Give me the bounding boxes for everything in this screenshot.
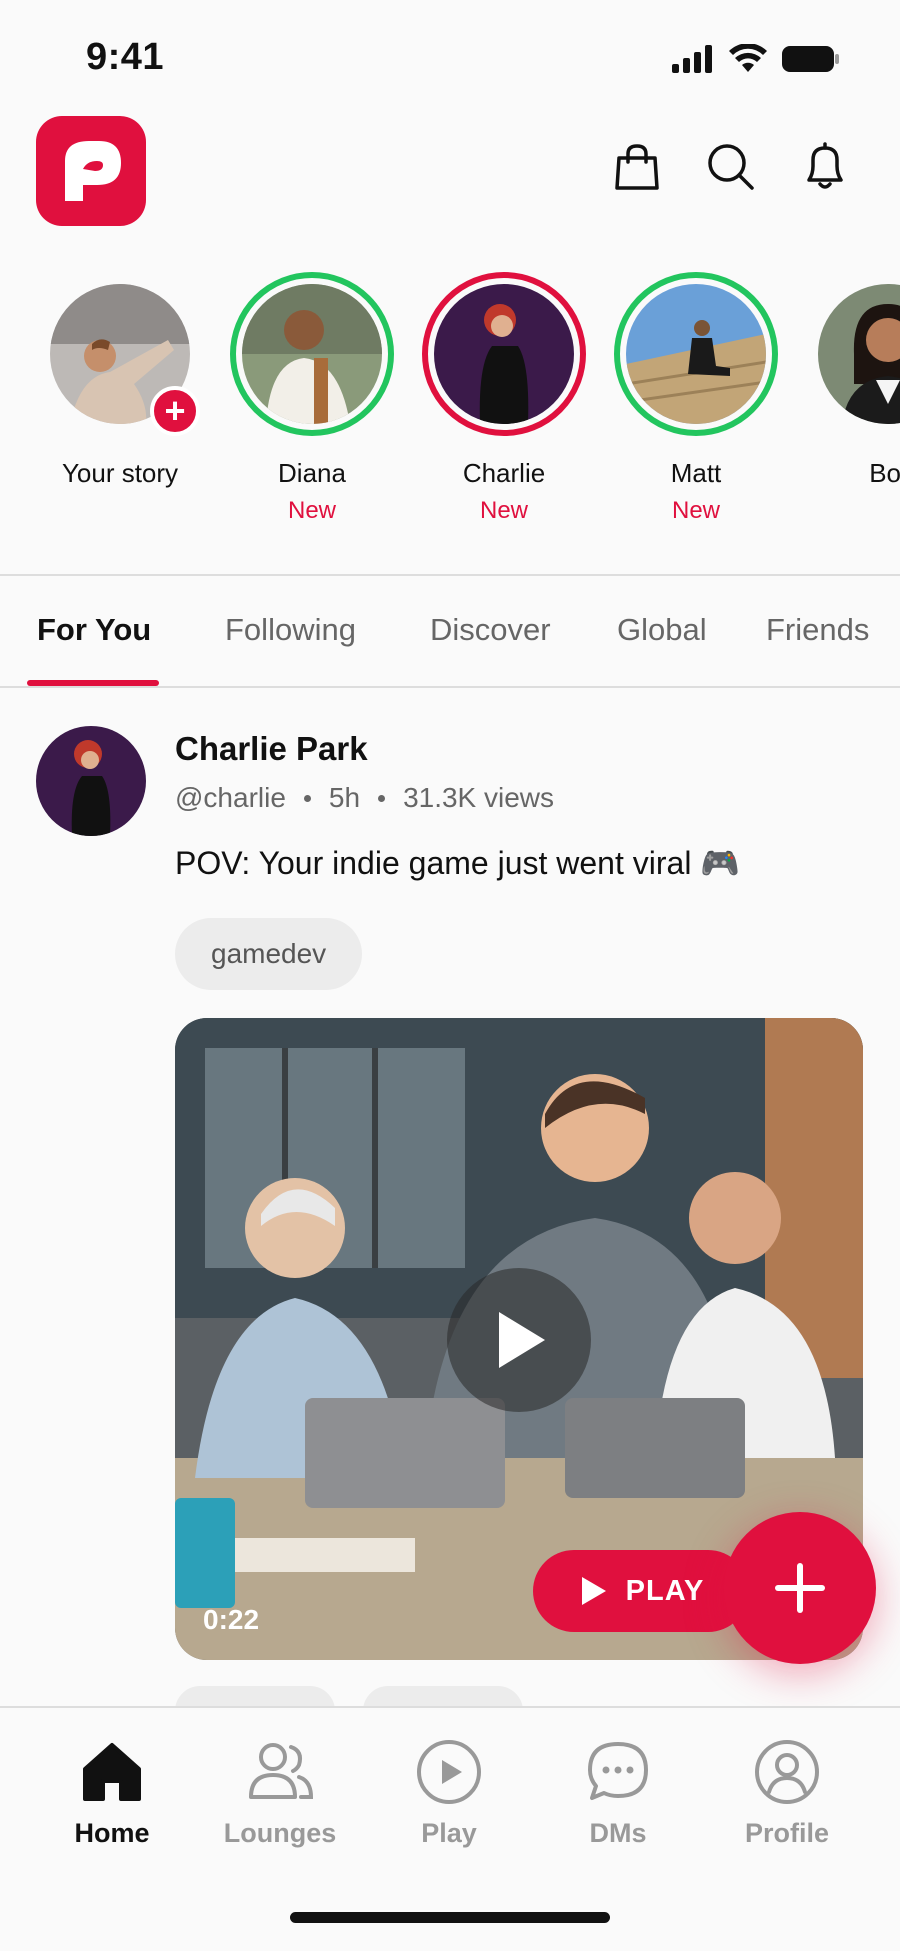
app-header bbox=[0, 110, 900, 240]
story-matt[interactable]: Matt New bbox=[611, 272, 781, 525]
play-icon bbox=[499, 1312, 545, 1368]
view-count: 31.3K views bbox=[403, 782, 555, 813]
nav-label: DMs bbox=[589, 1818, 647, 1848]
app-logo[interactable] bbox=[36, 116, 146, 226]
active-tab-indicator bbox=[27, 680, 159, 686]
story-new-label: New bbox=[479, 497, 528, 524]
post-caption: POV: Your indie game just went viral 🎮 bbox=[175, 845, 741, 881]
tag-chip[interactable]: gamedev bbox=[175, 918, 363, 990]
nav-home[interactable]: Home bbox=[27, 1736, 197, 1849]
tab-following[interactable]: Following bbox=[225, 612, 356, 648]
shopping-bag-button[interactable] bbox=[612, 142, 662, 192]
nav-dms[interactable]: DMs bbox=[533, 1736, 703, 1849]
logo-icon bbox=[65, 141, 121, 201]
tab-discover[interactable]: Discover bbox=[430, 612, 551, 648]
signal-icon bbox=[672, 45, 712, 73]
home-icon bbox=[83, 1743, 141, 1801]
nav-label: Play bbox=[421, 1818, 477, 1848]
stories-row: + Your story Diana New Charlie New Matt … bbox=[0, 272, 900, 542]
add-story-badge[interactable]: + bbox=[150, 386, 200, 436]
nav-play[interactable]: Play bbox=[364, 1736, 534, 1849]
tab-friends[interactable]: Friends bbox=[766, 612, 869, 648]
play-icon bbox=[581, 1577, 606, 1605]
notifications-button[interactable] bbox=[800, 142, 850, 192]
story-ring: + bbox=[38, 272, 202, 436]
story-ring bbox=[422, 272, 586, 436]
story-new-label: New bbox=[287, 497, 336, 524]
story-name: Matt bbox=[670, 458, 722, 488]
status-time: 9:41 bbox=[86, 36, 165, 78]
create-post-button[interactable] bbox=[724, 1512, 876, 1664]
story-diana[interactable]: Diana New bbox=[227, 272, 397, 525]
bell-icon bbox=[807, 142, 843, 189]
separator-dot bbox=[303, 794, 311, 802]
users-icon bbox=[249, 1743, 314, 1799]
author-name[interactable]: Charlie Park bbox=[175, 730, 368, 768]
avatar bbox=[434, 284, 574, 424]
chat-bubble-icon bbox=[588, 1742, 648, 1800]
story-ring bbox=[614, 272, 778, 436]
story-bol[interactable]: Bol bbox=[803, 272, 900, 489]
play-circle-icon bbox=[417, 1740, 481, 1804]
search-icon bbox=[708, 144, 754, 190]
author-avatar[interactable] bbox=[36, 726, 146, 836]
post-time: 5h bbox=[328, 782, 361, 813]
story-name: Diana bbox=[278, 458, 346, 488]
nav-label: Home bbox=[74, 1818, 150, 1848]
author-handle[interactable]: @charlie bbox=[175, 782, 286, 814]
header-actions bbox=[612, 142, 850, 192]
play-label: PLAY bbox=[625, 1574, 705, 1607]
nav-label: Lounges bbox=[223, 1818, 337, 1848]
status-icons bbox=[672, 44, 840, 74]
separator-dot bbox=[378, 794, 386, 802]
story-your-story[interactable]: + Your story bbox=[35, 272, 205, 489]
story-charlie[interactable]: Charlie New bbox=[419, 272, 589, 525]
feed-tabs: For You Following Discover Global Friend… bbox=[0, 574, 900, 688]
home-indicator[interactable] bbox=[290, 1912, 610, 1923]
avatar bbox=[242, 284, 382, 424]
nav-label: Profile bbox=[744, 1818, 830, 1848]
shopping-bag-icon bbox=[615, 144, 659, 190]
play-video-button[interactable] bbox=[447, 1268, 591, 1412]
user-circle-icon bbox=[755, 1740, 819, 1804]
status-bar: 9:41 bbox=[0, 0, 900, 110]
video-duration: 0:22 bbox=[203, 1604, 260, 1635]
plus-icon bbox=[775, 1563, 825, 1613]
story-name: Charlie bbox=[462, 458, 546, 488]
tab-for-you[interactable]: For You bbox=[37, 612, 151, 648]
story-new-label: New bbox=[671, 497, 720, 524]
battery-icon bbox=[782, 46, 839, 72]
nav-profile[interactable]: Profile bbox=[702, 1736, 872, 1849]
story-ring bbox=[230, 272, 394, 436]
story-ring bbox=[806, 272, 900, 436]
tab-global[interactable]: Global bbox=[617, 612, 707, 648]
story-name: Bol bbox=[869, 458, 900, 488]
nav-lounges[interactable]: Lounges bbox=[195, 1736, 365, 1849]
story-name: Your story bbox=[61, 458, 179, 488]
wifi-icon bbox=[729, 44, 767, 72]
post-meta: @charlie 5h 31.3K views bbox=[175, 782, 554, 814]
avatar bbox=[626, 284, 766, 424]
search-button[interactable] bbox=[706, 142, 756, 192]
avatar bbox=[818, 284, 900, 424]
play-button[interactable]: PLAY bbox=[533, 1550, 749, 1632]
